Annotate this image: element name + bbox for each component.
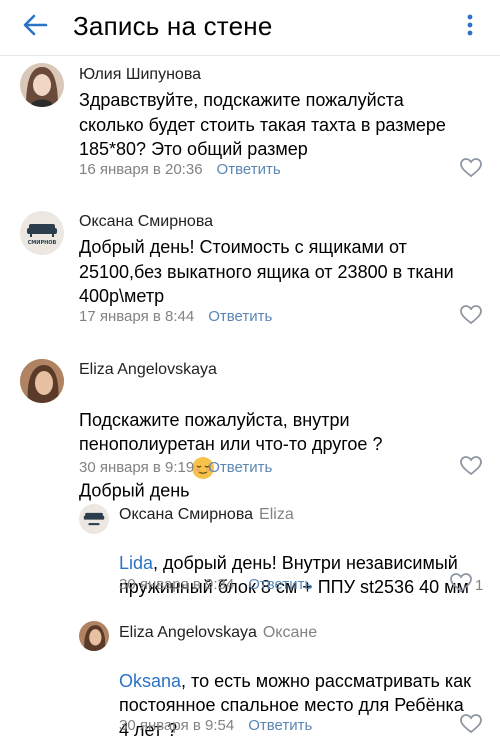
arrow-left-icon <box>22 13 48 42</box>
reply-button[interactable]: Ответить <box>248 717 312 734</box>
heart-icon <box>460 455 482 481</box>
vertical-dots-icon <box>467 14 473 41</box>
like-button[interactable] <box>460 455 482 481</box>
reply-button[interactable]: Ответить <box>208 308 272 325</box>
reply-to-name[interactable]: Оксане <box>263 624 317 641</box>
mention-link[interactable]: Oksana <box>119 671 181 691</box>
reply-comment: Eliza Angelovskaya Оксане Oksana, то есть… <box>0 618 500 740</box>
comment-author-name[interactable]: Eliza Angelovskaya <box>119 624 257 641</box>
comment-date: 30 января в 9:54 <box>119 717 235 734</box>
heart-icon <box>460 157 482 183</box>
reply-button[interactable]: Ответить <box>217 161 281 178</box>
comment-text: Добрый день! Стоимость с ящиками от 2510… <box>79 237 454 306</box>
avatar[interactable] <box>20 359 64 403</box>
comment-author[interactable]: Юлия Шипунова <box>79 65 201 85</box>
comment: Юлия Шипунова Здравствуйте, подскажите п… <box>0 60 500 195</box>
comment-date: 30 января в 9:19 <box>79 459 195 476</box>
comment: Eliza Angelovskaya Подскажите пожалуйста… <box>0 352 500 500</box>
reply-button[interactable]: Ответить <box>208 459 272 476</box>
more-options-button[interactable] <box>458 12 482 42</box>
mention-link[interactable]: Lida <box>119 553 153 573</box>
comment-meta: 17 января в 8:44 Ответить <box>79 307 272 327</box>
comment-meta: 30 января в 9:19 Ответить <box>79 458 272 478</box>
comment-author: Eliza Angelovskaya Оксане <box>119 623 317 643</box>
comment-date: 17 января в 8:44 <box>79 308 195 325</box>
page-title: Запись на стене <box>73 11 273 41</box>
comment-text-content: Подскажите пожалуйста, внутри пенополиур… <box>79 409 383 501</box>
heart-icon <box>450 572 472 598</box>
like-count: 1 <box>475 576 484 594</box>
reply-button[interactable]: Ответить <box>248 576 312 593</box>
comment-author-name[interactable]: Оксана Смирнова <box>119 506 253 523</box>
comment-author[interactable]: Eliza Angelovskaya <box>79 360 217 380</box>
like-button[interactable] <box>460 157 482 183</box>
comment-meta: 30 января в 9:54 Ответить <box>119 716 312 736</box>
comment-meta: 16 января в 20:36 Ответить <box>79 160 281 180</box>
like-button[interactable] <box>460 304 482 330</box>
reply-comment: Оксана Смирнова Eliza Lida, добрый день! … <box>0 500 500 605</box>
heart-icon <box>460 713 482 739</box>
comment-date: 16 января в 20:36 <box>79 161 203 178</box>
comment-text: Здравствуйте, подскажите пожалуйста скол… <box>79 90 446 159</box>
top-bar: Запись на стене <box>0 0 500 56</box>
comment-text: Подскажите пожалуйста, внутри пенополиур… <box>79 383 382 503</box>
comment-meta: 30 января в 9:34 Ответить <box>119 575 312 595</box>
comment: СМИРНОВ Оксана Смирнова Добрый день! Сто… <box>0 205 500 345</box>
comment-date: 30 января в 9:34 <box>119 576 235 593</box>
avatar[interactable] <box>79 504 109 534</box>
avatar-logo-text: СМИРНОВ <box>28 240 57 246</box>
header-divider <box>0 55 500 56</box>
comment-author[interactable]: Оксана Смирнова <box>79 212 213 232</box>
avatar[interactable] <box>79 621 109 651</box>
avatar[interactable] <box>20 63 64 107</box>
like-button[interactable] <box>460 713 482 739</box>
back-button[interactable] <box>20 12 50 42</box>
like-button[interactable]: 1 <box>450 572 484 598</box>
avatar[interactable]: СМИРНОВ <box>20 211 64 255</box>
heart-icon <box>460 304 482 330</box>
comment-author: Оксана Смирнова Eliza <box>119 505 294 525</box>
reply-to-name[interactable]: Eliza <box>259 506 294 523</box>
